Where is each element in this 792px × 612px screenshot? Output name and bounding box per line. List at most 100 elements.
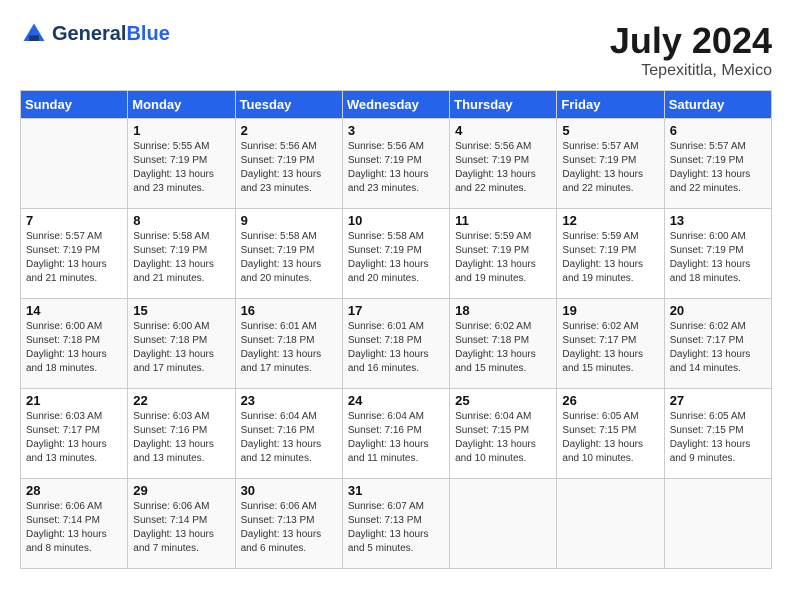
- cell-info: Sunrise: 5:57 AMSunset: 7:19 PMDaylight:…: [26, 230, 122, 286]
- logo: GeneralBlue: [20, 20, 170, 48]
- header-tuesday: Tuesday: [235, 91, 342, 119]
- day-number: 12: [562, 213, 658, 228]
- calendar-header: Sunday Monday Tuesday Wednesday Thursday…: [21, 91, 772, 119]
- month-year: July 2024: [610, 20, 772, 62]
- day-number: 23: [241, 393, 337, 408]
- day-number: 7: [26, 213, 122, 228]
- calendar-cell: [450, 479, 557, 569]
- day-number: 20: [670, 303, 766, 318]
- cell-info: Sunrise: 6:04 AMSunset: 7:16 PMDaylight:…: [241, 410, 337, 466]
- header-wednesday: Wednesday: [342, 91, 449, 119]
- day-number: 21: [26, 393, 122, 408]
- cell-info: Sunrise: 5:58 AMSunset: 7:19 PMDaylight:…: [241, 230, 337, 286]
- cell-info: Sunrise: 5:59 AMSunset: 7:19 PMDaylight:…: [562, 230, 658, 286]
- logo-general: General: [52, 23, 126, 45]
- day-number: 26: [562, 393, 658, 408]
- calendar-cell: 10Sunrise: 5:58 AMSunset: 7:19 PMDayligh…: [342, 209, 449, 299]
- day-number: 5: [562, 123, 658, 138]
- cell-info: Sunrise: 5:58 AMSunset: 7:19 PMDaylight:…: [133, 230, 229, 286]
- calendar-week-2: 7 Sunrise: 5:57 AMSunset: 7:19 PMDaylight…: [21, 209, 772, 299]
- calendar-cell: 15 Sunrise: 6:00 AMSunset: 7:18 PMDayligh…: [128, 299, 235, 389]
- day-number: 15: [133, 303, 229, 318]
- day-number: 22: [133, 393, 229, 408]
- calendar-cell: [664, 479, 771, 569]
- header-sunday: Sunday: [21, 91, 128, 119]
- day-number: 30: [241, 483, 337, 498]
- day-number: 18: [455, 303, 551, 318]
- day-number: 14: [26, 303, 122, 318]
- cell-info: Sunrise: 6:01 AMSunset: 7:18 PMDaylight:…: [348, 320, 444, 376]
- cell-info: Sunrise: 6:05 AMSunset: 7:15 PMDaylight:…: [562, 410, 658, 466]
- calendar-week-4: 21 Sunrise: 6:03 AMSunset: 7:17 PMDayligh…: [21, 389, 772, 479]
- day-number: 17: [348, 303, 444, 318]
- cell-info: Sunrise: 5:56 AMSunset: 7:19 PMDaylight:…: [241, 140, 337, 196]
- cell-info: Sunrise: 5:56 AMSunset: 7:19 PMDaylight:…: [455, 140, 551, 196]
- calendar-cell: [21, 119, 128, 209]
- calendar-cell: 6Sunrise: 5:57 AMSunset: 7:19 PMDaylight…: [664, 119, 771, 209]
- page-header: GeneralBlue July 2024 Tepexititla, Mexic…: [20, 20, 772, 80]
- cell-info: Sunrise: 6:06 AMSunset: 7:13 PMDaylight:…: [241, 500, 337, 556]
- cell-info: Sunrise: 6:07 AMSunset: 7:13 PMDaylight:…: [348, 500, 444, 556]
- calendar-cell: 29Sunrise: 6:06 AMSunset: 7:14 PMDayligh…: [128, 479, 235, 569]
- calendar-cell: 1Sunrise: 5:55 AMSunset: 7:19 PMDaylight…: [128, 119, 235, 209]
- day-number: 8: [133, 213, 229, 228]
- header-friday: Friday: [557, 91, 664, 119]
- day-number: 29: [133, 483, 229, 498]
- day-number: 16: [241, 303, 337, 318]
- calendar-cell: 18Sunrise: 6:02 AMSunset: 7:18 PMDayligh…: [450, 299, 557, 389]
- cell-info: Sunrise: 6:04 AMSunset: 7:16 PMDaylight:…: [348, 410, 444, 466]
- day-number: 3: [348, 123, 444, 138]
- calendar-cell: 27Sunrise: 6:05 AMSunset: 7:15 PMDayligh…: [664, 389, 771, 479]
- title-area: July 2024 Tepexititla, Mexico: [610, 20, 772, 80]
- calendar-cell: 26 Sunrise: 6:05 AMSunset: 7:15 PMDayligh…: [557, 389, 664, 479]
- header-monday: Monday: [128, 91, 235, 119]
- calendar-cell: 13Sunrise: 6:00 AMSunset: 7:19 PMDayligh…: [664, 209, 771, 299]
- header-thursday: Thursday: [450, 91, 557, 119]
- cell-info: Sunrise: 5:59 AMSunset: 7:19 PMDaylight:…: [455, 230, 551, 286]
- day-number: 2: [241, 123, 337, 138]
- cell-info: Sunrise: 6:03 AMSunset: 7:17 PMDaylight:…: [26, 410, 122, 466]
- calendar-cell: 3 Sunrise: 5:56 AMSunset: 7:19 PMDaylight…: [342, 119, 449, 209]
- calendar-cell: 30 Sunrise: 6:06 AMSunset: 7:13 PMDayligh…: [235, 479, 342, 569]
- header-saturday: Saturday: [664, 91, 771, 119]
- calendar-cell: 22 Sunrise: 6:03 AMSunset: 7:16 PMDayligh…: [128, 389, 235, 479]
- day-number: 11: [455, 213, 551, 228]
- day-number: 13: [670, 213, 766, 228]
- cell-info: Sunrise: 6:03 AMSunset: 7:16 PMDaylight:…: [133, 410, 229, 466]
- location: Tepexititla, Mexico: [610, 62, 772, 80]
- cell-info: Sunrise: 5:57 AMSunset: 7:19 PMDaylight:…: [562, 140, 658, 196]
- calendar-cell: 4 Sunrise: 5:56 AMSunset: 7:19 PMDaylight…: [450, 119, 557, 209]
- day-number: 19: [562, 303, 658, 318]
- day-number: 6: [670, 123, 766, 138]
- cell-info: Sunrise: 6:02 AMSunset: 7:17 PMDaylight:…: [562, 320, 658, 376]
- calendar-cell: 14Sunrise: 6:00 AMSunset: 7:18 PMDayligh…: [21, 299, 128, 389]
- calendar-week-3: 14 Sunrise: 6:00 AMSunset: 7:18 PMDayligh…: [21, 299, 772, 389]
- day-number: 27: [670, 393, 766, 408]
- calendar-cell: 17 Sunrise: 6:01 AMSunset: 7:18 PMDayligh…: [342, 299, 449, 389]
- calendar-cell: 19 Sunrise: 6:02 AMSunset: 7:17 PMDayligh…: [557, 299, 664, 389]
- cell-info: Sunrise: 6:00 AMSunset: 7:18 PMDaylight:…: [133, 320, 229, 376]
- calendar-cell: 28Sunrise: 6:06 AMSunset: 7:14 PMDayligh…: [21, 479, 128, 569]
- calendar-cell: 23 Sunrise: 6:04 AMSunset: 7:16 PMDayligh…: [235, 389, 342, 479]
- header-row: Sunday Monday Tuesday Wednesday Thursday…: [21, 91, 772, 119]
- calendar-table: Sunday Monday Tuesday Wednesday Thursday…: [20, 90, 772, 569]
- calendar-cell: 25Sunrise: 6:04 AMSunset: 7:15 PMDayligh…: [450, 389, 557, 479]
- calendar-week-1: 1Sunrise: 5:55 AMSunset: 7:19 PMDaylight…: [21, 119, 772, 209]
- day-number: 10: [348, 213, 444, 228]
- calendar-cell: 2 Sunrise: 5:56 AMSunset: 7:19 PMDaylight…: [235, 119, 342, 209]
- calendar-cell: 20Sunrise: 6:02 AMSunset: 7:17 PMDayligh…: [664, 299, 771, 389]
- calendar-cell: 5 Sunrise: 5:57 AMSunset: 7:19 PMDaylight…: [557, 119, 664, 209]
- cell-info: Sunrise: 5:55 AMSunset: 7:19 PMDaylight:…: [133, 140, 229, 196]
- calendar-cell: 12 Sunrise: 5:59 AMSunset: 7:19 PMDayligh…: [557, 209, 664, 299]
- calendar-cell: 11 Sunrise: 5:59 AMSunset: 7:19 PMDayligh…: [450, 209, 557, 299]
- day-number: 28: [26, 483, 122, 498]
- day-number: 4: [455, 123, 551, 138]
- logo-blue: Blue: [126, 23, 169, 45]
- calendar-cell: 31Sunrise: 6:07 AMSunset: 7:13 PMDayligh…: [342, 479, 449, 569]
- calendar-cell: [557, 479, 664, 569]
- cell-info: Sunrise: 5:56 AMSunset: 7:19 PMDaylight:…: [348, 140, 444, 196]
- calendar-week-5: 28Sunrise: 6:06 AMSunset: 7:14 PMDayligh…: [21, 479, 772, 569]
- calendar-cell: 16Sunrise: 6:01 AMSunset: 7:18 PMDayligh…: [235, 299, 342, 389]
- calendar-body: 1Sunrise: 5:55 AMSunset: 7:19 PMDaylight…: [21, 119, 772, 569]
- cell-info: Sunrise: 6:04 AMSunset: 7:15 PMDaylight:…: [455, 410, 551, 466]
